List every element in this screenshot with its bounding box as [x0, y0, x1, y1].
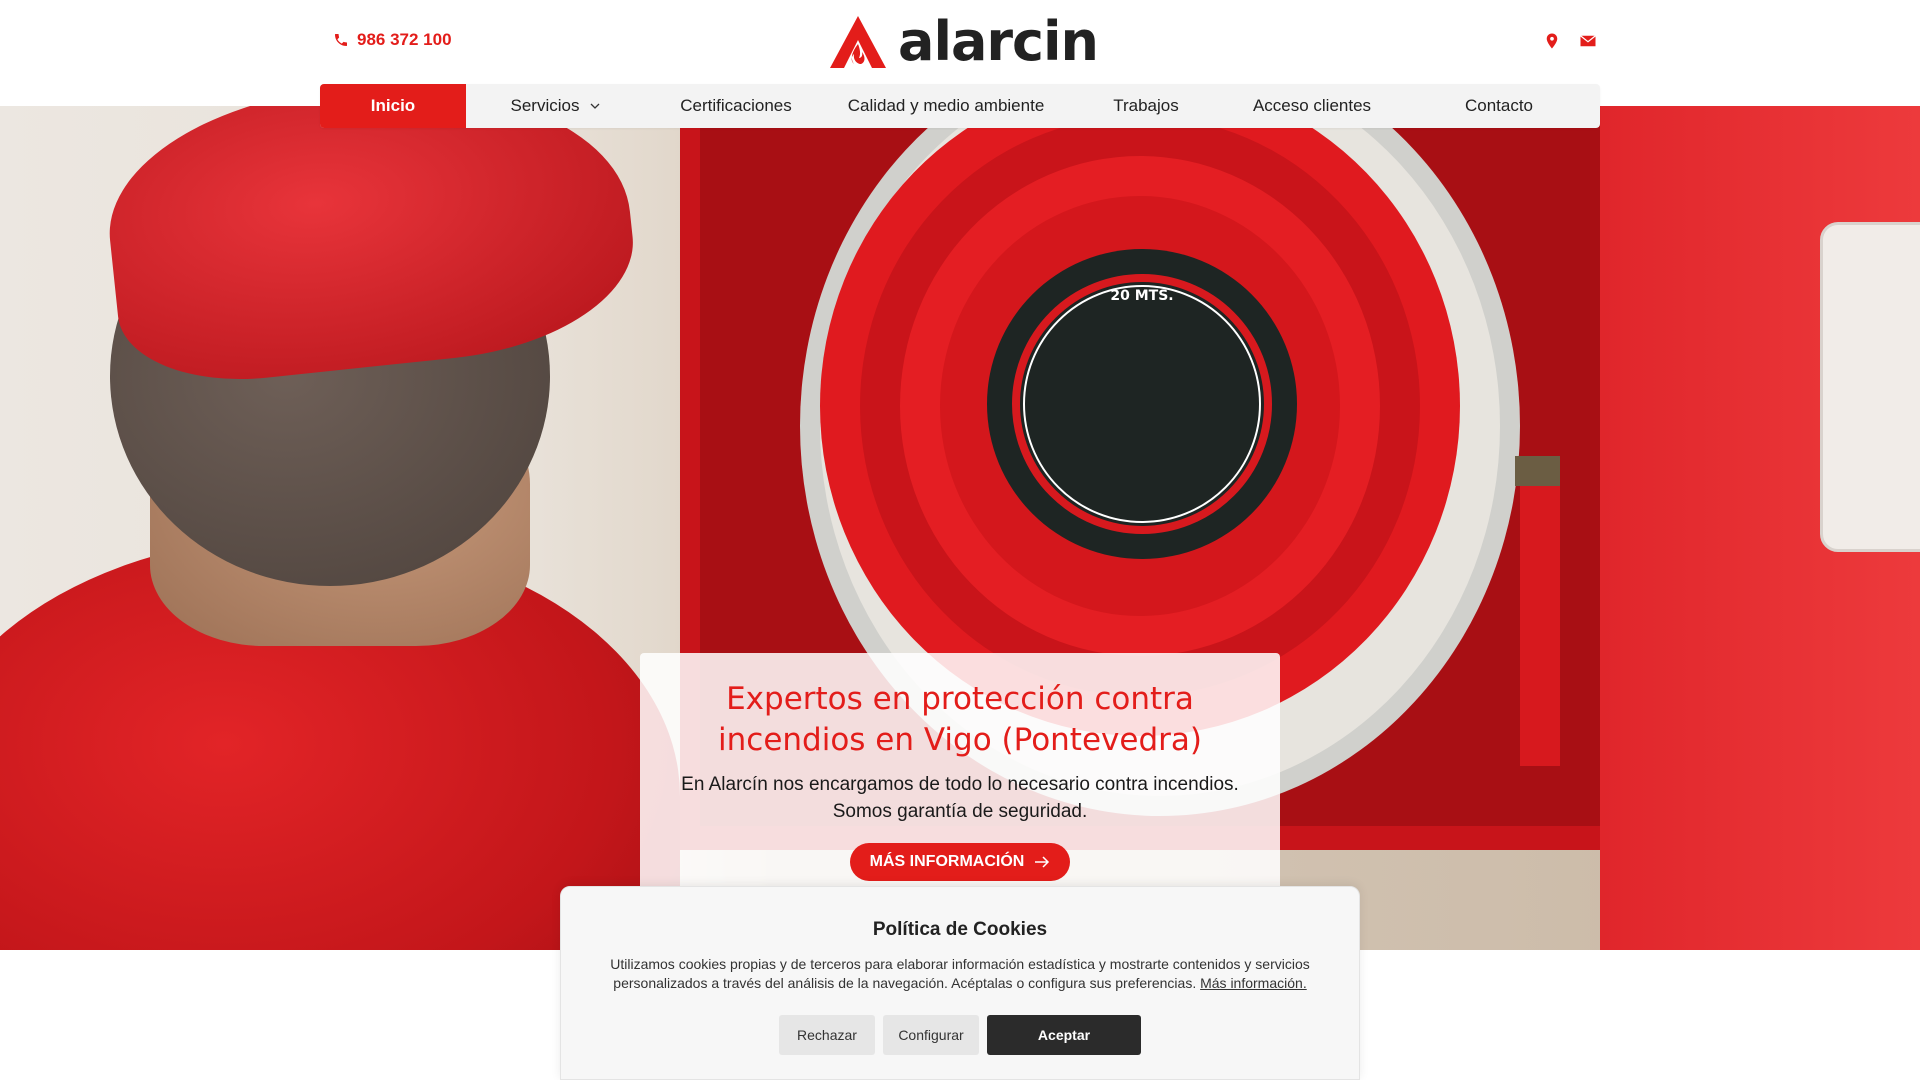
nav-item-servicios[interactable]: Servicios — [466, 84, 646, 128]
header-icons — [1543, 32, 1597, 50]
nav-label: Trabajos — [1113, 96, 1179, 115]
hero-title: Expertos en protección contra incendios … — [718, 681, 1202, 758]
nav-label: Inicio — [370, 96, 416, 115]
chevron-down-icon — [591, 103, 600, 109]
hero-subtitle: En Alarcín nos encargamos de todo lo nec… — [640, 771, 1280, 825]
nav-item-calidad[interactable]: Calidad y medio ambiente — [826, 84, 1066, 128]
arrow-right-icon — [1035, 856, 1050, 868]
hero-card: Expertos en protección contra incendios … — [640, 653, 1280, 893]
configure-button[interactable]: Configurar — [883, 1015, 979, 1055]
logo-text: alarcin — [898, 10, 1099, 73]
nav-item-trabajos[interactable]: Trabajos — [1066, 84, 1226, 128]
cookie-more-info-link[interactable]: Más información. — [1200, 975, 1307, 991]
more-info-button[interactable]: MÁS INFORMACIÓN — [849, 843, 1071, 881]
nav-item-acceso-clientes[interactable]: Acceso clientes — [1226, 84, 1398, 128]
more-info-label: MÁS INFORMACIÓN — [869, 853, 1025, 870]
hero-subtitle-line2: Somos garantía de seguridad. — [832, 801, 1088, 822]
main-nav: Inicio Servicios Certificaciones Calidad… — [320, 84, 1600, 128]
location-pin-icon[interactable] — [1543, 32, 1561, 50]
reel-label: 20 MTS. — [1110, 288, 1173, 304]
reject-button[interactable]: Rechazar — [779, 1015, 875, 1055]
nav-label: Acceso clientes — [1252, 96, 1372, 115]
nav-label: Contacto — [1464, 96, 1534, 115]
nav-label: Certificaciones — [680, 96, 792, 115]
cookie-actions: Rechazar Configurar Aceptar — [561, 1015, 1359, 1055]
phone-link[interactable]: 986 372 100 — [333, 30, 452, 50]
phone-icon — [335, 34, 347, 46]
hero-subtitle-line1: En Alarcín nos encargamos de todo lo nec… — [681, 774, 1239, 795]
accept-button[interactable]: Aceptar — [987, 1015, 1141, 1055]
logo[interactable]: alarcin — [828, 10, 1099, 73]
cookie-title: Política de Cookies — [872, 919, 1048, 940]
envelope-icon[interactable] — [1579, 32, 1597, 50]
nav-label: Servicios — [510, 96, 580, 115]
nav-label: Calidad y medio ambiente — [847, 96, 1045, 115]
cabinet-door-window — [1820, 222, 1920, 552]
flame-logo-icon — [830, 16, 886, 68]
phone-number: 986 372 100 — [357, 30, 452, 49]
cookie-banner: Política de Cookies Utilizamos cookies p… — [560, 886, 1360, 1080]
cookie-text: Utilizamos cookies propias y de terceros… — [600, 955, 1320, 993]
nav-item-inicio[interactable]: Inicio — [320, 84, 466, 128]
nav-item-certificaciones[interactable]: Certificaciones — [646, 84, 826, 128]
nav-item-contacto[interactable]: Contacto — [1398, 84, 1600, 128]
